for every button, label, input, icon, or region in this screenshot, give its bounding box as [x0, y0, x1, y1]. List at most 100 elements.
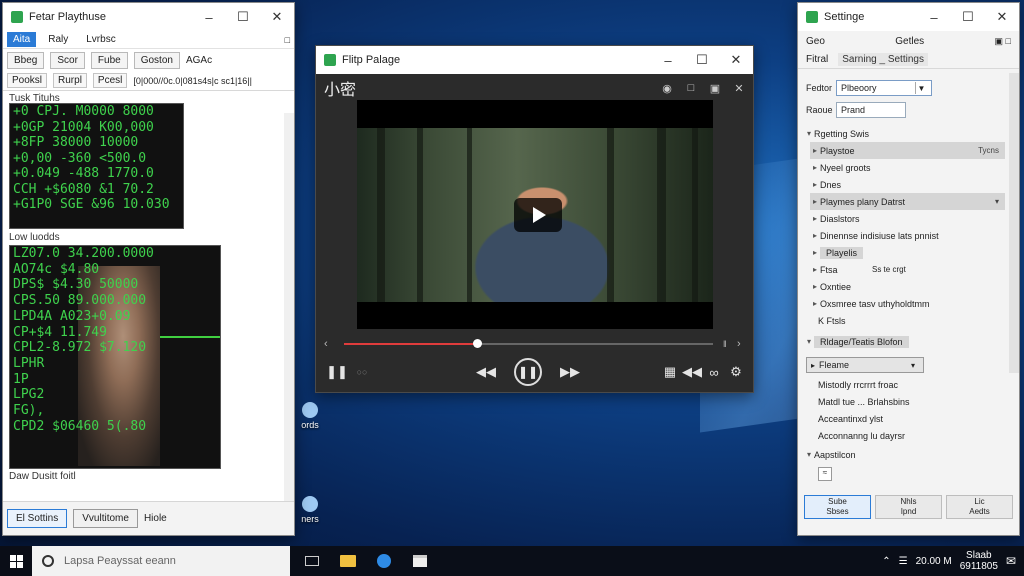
group-header[interactable]: ▾ Aapstilcon [798, 446, 1019, 463]
search-icon [42, 555, 54, 567]
toolbar-button[interactable]: Bbeg [7, 51, 45, 69]
app-icon [324, 54, 336, 66]
group-header[interactable]: K Ftsls [798, 312, 1019, 329]
text-field[interactable]: Prand [836, 102, 906, 118]
toolbar-button[interactable]: Goston [133, 51, 180, 69]
subtab-selected[interactable]: Sarning _ Settings [838, 53, 928, 66]
cancel-button[interactable]: Lic Aedts [946, 495, 1013, 519]
settings-gear-icon[interactable]: ⚙ [725, 364, 747, 380]
close-player-icon[interactable]: ✕ [733, 82, 745, 95]
volume-icon[interactable]: ○○ [350, 367, 374, 377]
scrollbar[interactable] [1009, 73, 1019, 373]
pause-button[interactable]: ❚❚ [514, 358, 542, 386]
skip-back-icon[interactable]: ◀◀ [681, 364, 703, 380]
file-explorer-icon[interactable] [330, 546, 366, 576]
menu-pin-icon[interactable]: □ [285, 35, 290, 45]
pause-icon[interactable]: ❚❚ [324, 364, 350, 380]
tree-item[interactable]: ▸ Oxsmree tasv uthyholdtmm [810, 295, 1005, 312]
save-button[interactable]: Sube Sbses [804, 495, 871, 519]
rewind-icon[interactable]: ◀◀ [472, 364, 500, 380]
clock[interactable]: Slaab 6911805 [960, 550, 998, 572]
chevron-right-icon: ▸ [811, 360, 816, 370]
cast-icon[interactable]: ◉ [661, 82, 673, 95]
terminal-panel-with-video: LZ07.0 34.200.0000 AO74c $4.80 DPS$ $4.3… [9, 245, 221, 469]
tab[interactable]: Getles [895, 36, 924, 47]
field-row: ▸ Fleame ▾ [798, 354, 1019, 376]
tree-item[interactable]: ▸ Dinennse indisiuse lats pnnist [810, 227, 1005, 244]
maximize-button[interactable]: ☐ [951, 3, 985, 31]
group-header[interactable]: ▾ Rgetting Swis [798, 125, 1019, 142]
dropdown-value: Fleame [819, 360, 850, 370]
tree-item[interactable]: ▸ Nyeel groots [810, 159, 1005, 176]
desktop-icon-1[interactable]: ords [296, 402, 324, 430]
minimize-button[interactable]: – [192, 3, 226, 31]
group-header[interactable]: ▾ Rldage/Teatis Blofon [798, 333, 1019, 350]
progress-bar[interactable] [344, 339, 713, 348]
desktop-icon-2[interactable]: ners [296, 496, 324, 524]
tree-item[interactable]: ▸ Oxntiee [810, 278, 1005, 295]
chevron-right-icon[interactable]: › [737, 338, 747, 350]
scrollbar[interactable] [284, 113, 294, 503]
play-button[interactable] [514, 198, 562, 232]
chevron-left-icon[interactable]: ‹ [324, 338, 334, 350]
grid-icon[interactable]: ▦ [659, 364, 681, 380]
network-icon[interactable]: ☰ [899, 556, 908, 567]
tab[interactable]: Geo [806, 36, 825, 47]
chevron-right-icon: ▸ [812, 299, 817, 308]
maximize-button[interactable]: ☐ [685, 46, 719, 74]
subtab[interactable]: Fitral [806, 54, 828, 65]
tree-item[interactable]: ▸ Ftsa Ss te crgt [810, 261, 1005, 278]
menu-item[interactable]: Lvrbsc [80, 32, 121, 47]
option-item[interactable]: Acconnanng lu dayrsr [818, 427, 1019, 444]
caption: Daw Dusitt foitl [9, 471, 76, 482]
notifications-icon[interactable]: ✉ [1006, 554, 1016, 568]
toolbar-button[interactable]: Pcesl [92, 73, 128, 88]
checkbox[interactable]: ≈ [818, 467, 832, 481]
terminal-panel: +0 CPJ. M0000 8000 +0GP 21004 K00,000 +8… [9, 103, 184, 229]
loop-icon[interactable]: ∞ [703, 365, 725, 380]
chapters-icon[interactable]: ‖ [723, 339, 737, 349]
minimize-button[interactable]: – [917, 3, 951, 31]
tree-item[interactable]: ▸ Diaslstors [810, 210, 1005, 227]
toolbar-button[interactable]: Fube [90, 51, 128, 69]
store-icon[interactable] [402, 546, 438, 576]
chevron-up-icon[interactable]: ⌃ [882, 556, 890, 567]
tree-item[interactable]: ▸ Playstoe Tycns [810, 142, 1005, 159]
toolbar-button[interactable]: Pooksl [7, 73, 48, 88]
dropdown[interactable]: Plbeoory ▼ [836, 80, 932, 96]
toolbar: Bbeg Scor Fube Goston AGAc [3, 49, 294, 71]
option-item[interactable]: Acceantinxd ylst [818, 410, 1019, 427]
start-button[interactable] [0, 546, 32, 576]
option-item[interactable]: Mistodly rrcrrrt froac [818, 376, 1019, 393]
video-frame[interactable] [357, 100, 713, 329]
menu-item[interactable]: Aita [7, 32, 37, 47]
close-button[interactable]: ✕ [719, 46, 753, 74]
edge-browser-icon[interactable] [366, 546, 402, 576]
progress-knob[interactable] [472, 339, 482, 348]
field-row: Raoue Prand [798, 99, 1019, 121]
close-button[interactable]: ✕ [985, 3, 1019, 31]
close-button[interactable]: ✕ [260, 3, 294, 31]
fullscreen-icon[interactable]: ▣ [709, 82, 721, 95]
help-button[interactable]: Nhls Ipnd [875, 495, 942, 519]
maximize-button[interactable]: ☐ [226, 3, 260, 31]
taskbar-search[interactable]: Lapsa Peayssat eeann [32, 546, 290, 576]
volume-button[interactable]: Vvultitome [73, 509, 138, 528]
tree-item-label: Playelis [820, 246, 864, 259]
tree-item[interactable]: ▸ Playmes plany Datrst ▾ [810, 193, 1005, 210]
miniplayer-icon[interactable]: □ [685, 82, 697, 94]
settings-footer: Sube Sbses Nhls Ipnd Lic Aedts [804, 495, 1013, 519]
menu-item[interactable]: Raly [42, 32, 74, 47]
option-item[interactable]: Matdl tue ... Brlahsbins [818, 393, 1019, 410]
toolbar-button[interactable]: Rurpl [53, 73, 87, 88]
dropdown[interactable]: ▸ Fleame ▾ [806, 357, 924, 373]
tab-icons[interactable]: ▣ □ [995, 36, 1011, 47]
minimize-button[interactable]: – [651, 46, 685, 74]
tree-item[interactable]: ▸ Playelis [810, 244, 1005, 261]
fast-forward-icon[interactable]: ▶▶ [556, 364, 584, 380]
toolbar-button[interactable]: Scor [50, 51, 85, 69]
task-view-icon[interactable] [294, 546, 330, 576]
settings-button[interactable]: El Sottins [7, 509, 68, 528]
section-label: Low luodds [9, 232, 60, 243]
tree-item[interactable]: ▸ Dnes [810, 176, 1005, 193]
